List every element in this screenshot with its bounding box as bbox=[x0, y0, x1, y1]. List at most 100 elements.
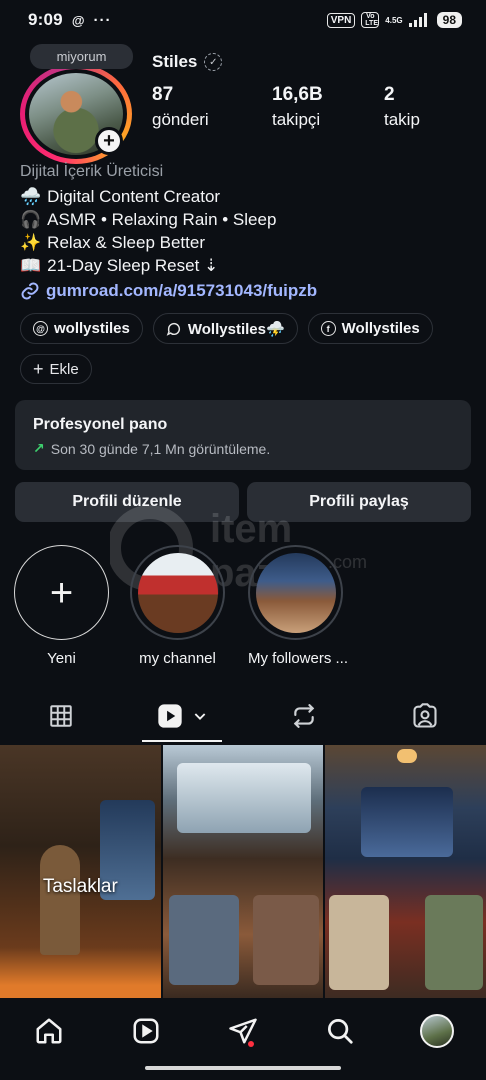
plus-icon: + bbox=[49, 570, 74, 615]
dashboard-title: Profesyonel pano bbox=[33, 416, 168, 433]
nav-profile[interactable] bbox=[389, 1000, 486, 1062]
stat-label: takipçi bbox=[272, 110, 321, 129]
stat-posts[interactable]: 87 gönderi bbox=[152, 84, 209, 130]
stat-value: 2 bbox=[384, 84, 395, 105]
dashboard-stat-text: Son 30 günde 7,1 Mn görüntüleme. bbox=[50, 440, 271, 457]
reels-icon bbox=[158, 704, 182, 728]
nav-messages[interactable] bbox=[194, 1000, 291, 1062]
vpn-badge: VPN bbox=[326, 12, 356, 28]
grid-item-reel[interactable] bbox=[325, 745, 486, 998]
tab-reels[interactable] bbox=[122, 690, 244, 742]
gesture-home-indicator[interactable] bbox=[145, 1066, 341, 1070]
status-bar: 9:09 @ ··· VPN Vo LTE 4.5G 98 bbox=[0, 0, 486, 40]
chat-bubble-icon bbox=[166, 322, 180, 336]
add-link-button[interactable]: + Ekle bbox=[20, 354, 92, 384]
highlight-label: my channel bbox=[139, 650, 216, 667]
network-type: 4.5G bbox=[385, 15, 403, 25]
tab-reposts[interactable] bbox=[243, 690, 365, 742]
highlight-new[interactable]: + Yeni bbox=[14, 545, 109, 667]
channel-link-chip[interactable]: Wollystiles⛈️ bbox=[152, 313, 298, 344]
chip-label: Wollystiles⛈️ bbox=[187, 320, 285, 338]
search-icon bbox=[328, 1019, 353, 1044]
threads-link-chip[interactable]: @ wollystiles bbox=[20, 313, 143, 344]
bio-line: ✨ Relax & Sleep Better bbox=[20, 231, 470, 254]
highlight-cover bbox=[255, 552, 336, 633]
stat-followers[interactable]: 16,6B takipçi bbox=[272, 84, 323, 130]
grid-icon bbox=[50, 705, 72, 727]
bed-area bbox=[252, 895, 319, 985]
bio-line: 🌧️ Digital Content Creator bbox=[20, 185, 470, 208]
reels-icon bbox=[133, 1018, 159, 1044]
bio-line: 📖 21-Day Sleep Reset ⇣ bbox=[20, 254, 470, 277]
more-notifications-icon: ··· bbox=[93, 11, 112, 29]
stat-value: 87 bbox=[152, 84, 174, 105]
profile-bio: Dijital İçerik Üreticisi 🌧️ Digital Cont… bbox=[20, 163, 470, 301]
tagged-person-icon bbox=[413, 703, 437, 728]
volte-badge: Vo LTE bbox=[361, 12, 380, 28]
bed-area bbox=[329, 895, 390, 990]
grid-item-reel[interactable] bbox=[162, 745, 324, 998]
highlight-circle bbox=[130, 545, 225, 640]
highlight-circle: + bbox=[14, 545, 109, 640]
nav-search[interactable] bbox=[292, 1000, 389, 1062]
stat-label: gönderi bbox=[152, 110, 209, 129]
username-text: Stiles bbox=[152, 52, 198, 71]
tab-grid[interactable] bbox=[0, 690, 122, 742]
stat-following[interactable]: 2 takip bbox=[384, 84, 420, 130]
social-links: @ wollystiles Wollystiles⛈️ f Wollystile… bbox=[20, 313, 433, 344]
signal-icon bbox=[408, 13, 427, 27]
add-link-label: Ekle bbox=[49, 360, 79, 378]
bio-text: Digital Content Creator bbox=[47, 186, 221, 206]
link-icon bbox=[21, 282, 39, 300]
book-icon: 📖 bbox=[20, 255, 42, 275]
edit-profile-button[interactable]: Profili düzenle bbox=[15, 482, 239, 522]
highlight-my-channel[interactable]: my channel bbox=[130, 545, 225, 667]
figure-silhouette bbox=[40, 845, 80, 955]
meta-verified-badge-icon[interactable]: ✓ bbox=[204, 53, 223, 71]
chip-label: Wollystiles bbox=[341, 320, 420, 337]
sparkles-icon: ✨ bbox=[20, 232, 42, 252]
grid-item-drafts[interactable]: Taslaklar bbox=[0, 745, 161, 998]
dashboard-subtitle: ↗ Son 30 günde 7,1 Mn görüntüleme. bbox=[33, 440, 453, 457]
threads-icon: @ bbox=[33, 321, 48, 336]
bed-area bbox=[425, 895, 484, 990]
bottom-navigation bbox=[0, 1000, 486, 1062]
highlight-label: My followers ... bbox=[248, 650, 349, 667]
note-bubble[interactable]: miyorum bbox=[30, 44, 133, 69]
professional-dashboard-card[interactable]: Profesyonel pano ↗ Son 30 günde 7,1 Mn g… bbox=[15, 400, 471, 470]
plus-icon: + bbox=[33, 359, 44, 379]
unread-dot bbox=[248, 1041, 255, 1047]
nav-reels[interactable] bbox=[97, 1000, 194, 1062]
profile-username: Stiles ✓ bbox=[152, 52, 223, 72]
tab-tagged[interactable] bbox=[365, 690, 486, 742]
nav-home[interactable] bbox=[0, 1000, 97, 1062]
snowy-windshield bbox=[176, 763, 311, 833]
profile-link[interactable]: gumroad.com/a/915731043/fuipzb bbox=[20, 281, 470, 301]
drafts-label: Taslaklar bbox=[42, 876, 118, 897]
home-icon bbox=[36, 1018, 62, 1044]
stat-label: takip bbox=[384, 110, 420, 129]
bio-text: 21-Day Sleep Reset ⇣ bbox=[47, 255, 219, 275]
clock: 9:09 bbox=[28, 10, 63, 29]
highlight-my-followers[interactable]: My followers ... bbox=[248, 545, 349, 667]
bio-text: Relax & Sleep Better bbox=[47, 232, 205, 252]
threads-notification-icon: @ bbox=[71, 12, 85, 28]
highlight-cover bbox=[137, 552, 218, 633]
avatar bbox=[420, 1014, 455, 1048]
stat-value: 16,6B bbox=[272, 84, 323, 105]
bio-text: ASMR • Relaxing Rain • Sleep bbox=[47, 209, 277, 229]
add-story-plus-icon[interactable]: + bbox=[95, 127, 123, 155]
facebook-link-chip[interactable]: f Wollystiles bbox=[307, 313, 433, 344]
highlight-circle bbox=[248, 545, 343, 640]
lamp bbox=[397, 749, 418, 763]
rain-cloud-icon: 🌧️ bbox=[20, 186, 42, 206]
share-profile-button[interactable]: Profili paylaş bbox=[247, 482, 471, 522]
bio-line: 🎧 ASMR • Relaxing Rain • Sleep bbox=[20, 208, 470, 231]
profile-tabs bbox=[0, 690, 486, 742]
chevron-down-icon bbox=[194, 713, 206, 720]
train-window bbox=[361, 787, 454, 857]
trend-up-arrow-icon: ↗ bbox=[33, 440, 45, 456]
active-tab-indicator bbox=[142, 740, 222, 742]
bed-area bbox=[168, 895, 239, 985]
profile-category: Dijital İçerik Üreticisi bbox=[20, 163, 164, 180]
